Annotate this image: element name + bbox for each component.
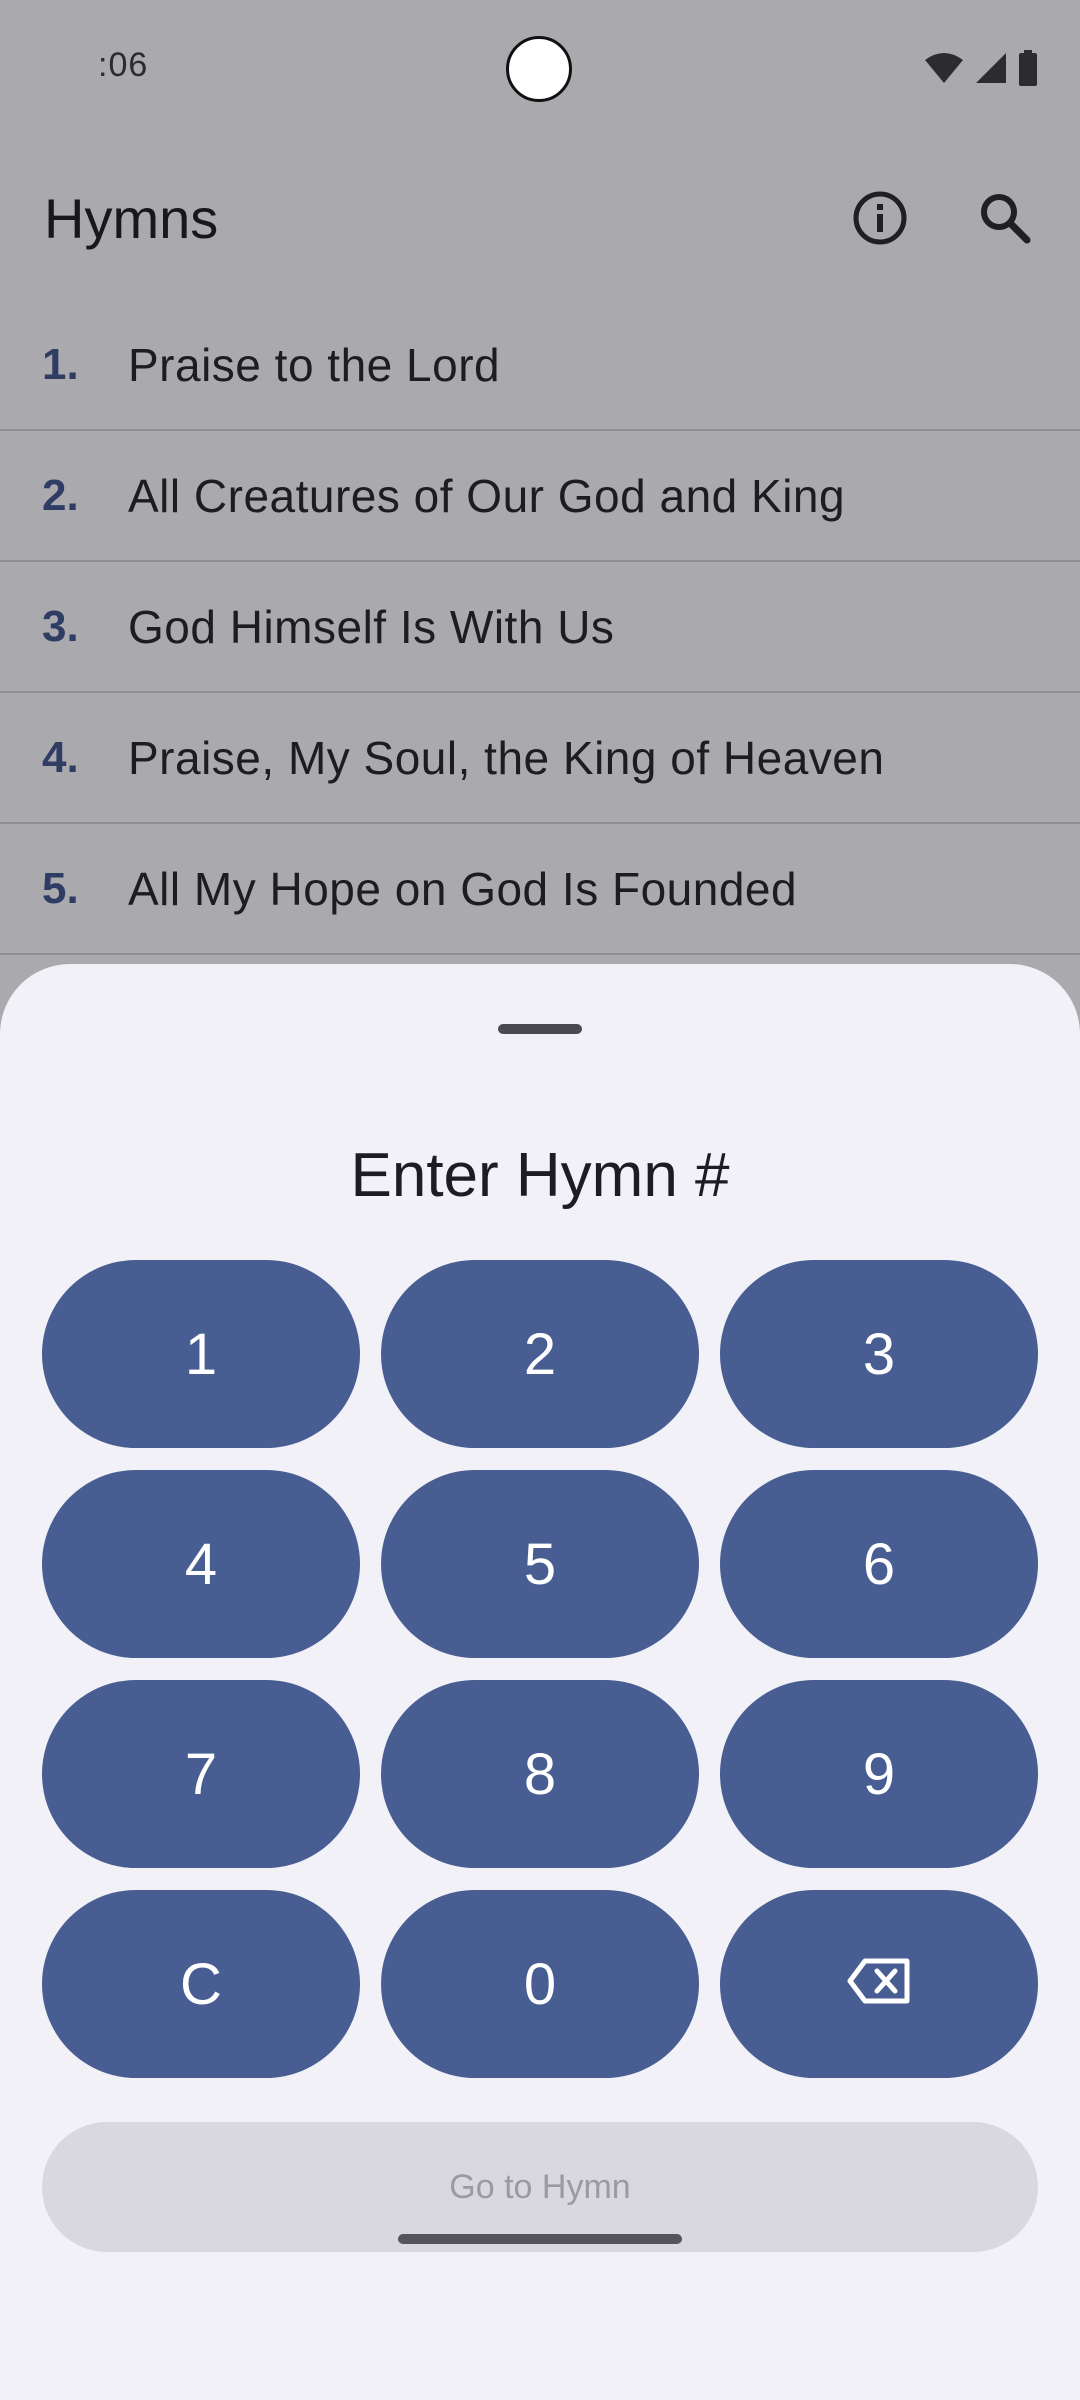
hymn-title: All My Hope on God Is Founded [128,862,798,915]
status-icons [924,49,1038,91]
go-to-hymn-button[interactable]: Go to Hymn [42,2122,1038,2252]
app-bar: Hymns [0,150,1080,290]
key-4[interactable]: 4 [42,1470,360,1658]
hymn-row[interactable]: 4. Praise, My Soul, the King of Heaven [0,693,1080,824]
hymn-number: 4. [42,732,79,782]
hymn-list: 1. Praise to the Lord 2. All Creatures o… [0,300,1080,955]
key-2[interactable]: 2 [381,1260,699,1448]
search-icon [977,190,1033,251]
hymn-title: Praise, My Soul, the King of Heaven [128,731,885,784]
hymn-number: 1. [42,339,79,389]
info-icon [852,190,908,251]
wifi-icon [924,52,964,89]
camera-cutout [506,36,572,102]
page-title: Hymns [44,187,219,250]
screen: :06 Hymns 1. Praise to the Lord 2. All C… [0,0,1080,2400]
status-time: :06 [98,46,149,84]
battery-icon [1018,49,1038,91]
hymn-row[interactable]: 2. All Creatures of Our God and King [0,431,1080,562]
hymn-row[interactable]: 1. Praise to the Lord [0,300,1080,431]
hymn-row[interactable]: 3. God Himself Is With Us [0,562,1080,693]
hymn-number-bottom-sheet: Enter Hymn # 1 2 3 4 5 6 7 8 9 C 0 Go to… [0,964,1080,2400]
hymn-title: All Creatures of Our God and King [128,469,846,522]
key-6[interactable]: 6 [720,1470,1038,1658]
hymn-row[interactable]: 5. All My Hope on God Is Founded [0,824,1080,955]
key-5[interactable]: 5 [381,1470,699,1658]
backspace-key[interactable] [720,1890,1038,2078]
hymn-number: 5. [42,863,79,913]
clear-key[interactable]: C [42,1890,360,2078]
gesture-nav-handle[interactable] [398,2234,682,2244]
info-button[interactable] [840,180,920,260]
hymn-title: Praise to the Lord [128,338,501,391]
key-7[interactable]: 7 [42,1680,360,1868]
drag-handle[interactable] [498,1024,582,1034]
hymn-title: God Himself Is With Us [128,600,615,653]
hymn-number: 3. [42,601,79,651]
key-3[interactable]: 3 [720,1260,1038,1448]
search-button[interactable] [965,180,1045,260]
key-0[interactable]: 0 [381,1890,699,2078]
hymn-number: 2. [42,470,79,520]
key-8[interactable]: 8 [381,1680,699,1868]
backspace-icon [847,1951,911,2018]
sheet-title: Enter Hymn # [350,1141,730,1210]
key-9[interactable]: 9 [720,1680,1038,1868]
key-1[interactable]: 1 [42,1260,360,1448]
signal-icon [974,51,1008,90]
status-bar: :06 [0,0,1080,130]
